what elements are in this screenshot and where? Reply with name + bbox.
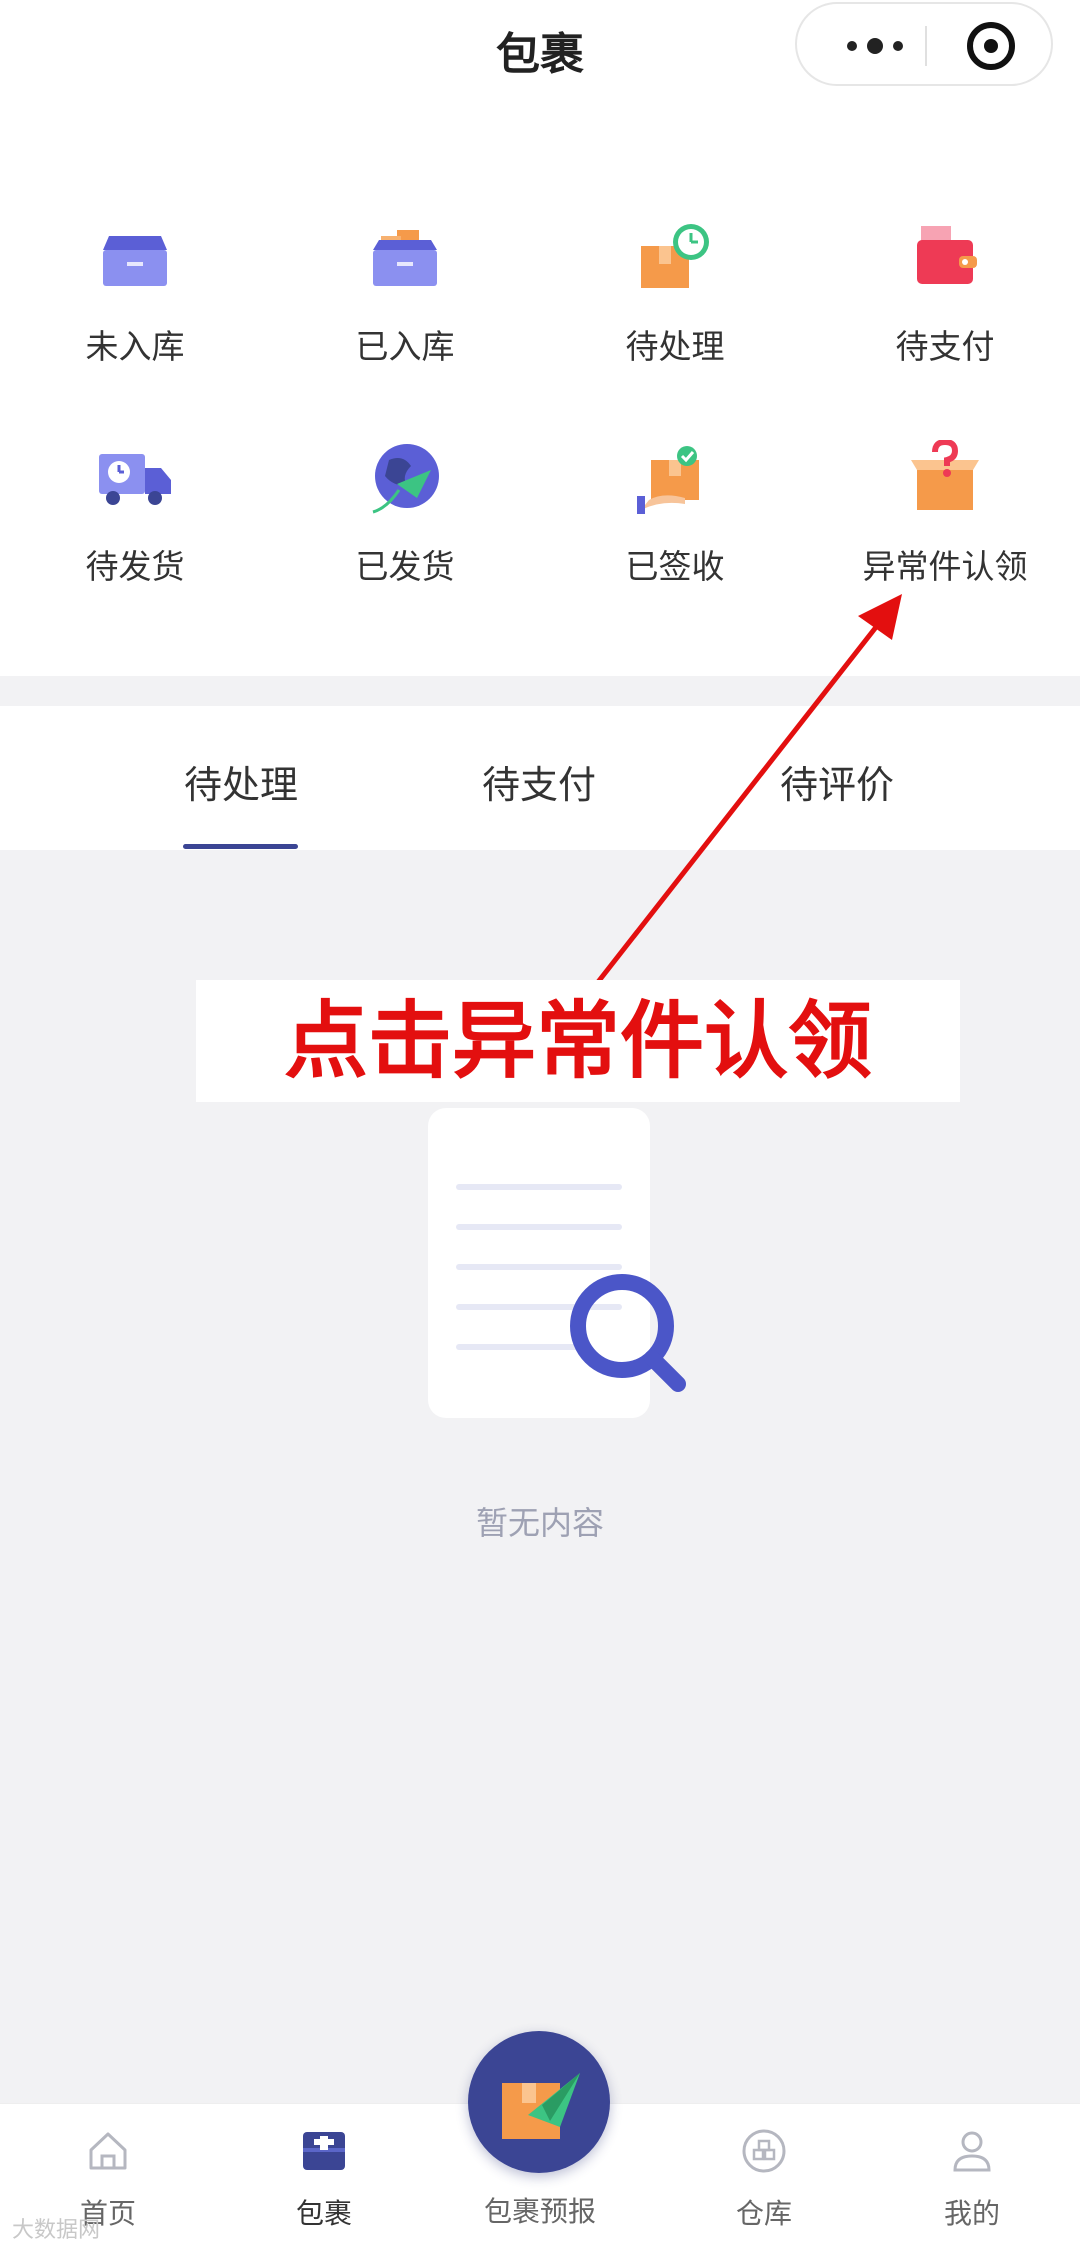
status-label: 待支付 xyxy=(895,327,995,366)
tabbar-label: 我的 xyxy=(943,2197,1000,2230)
box-check-icon xyxy=(637,446,699,514)
active-tab-indicator xyxy=(183,844,298,849)
status-item-pending[interactable]: 待处理 xyxy=(540,220,810,420)
tab-to-pay[interactable]: 待支付 xyxy=(439,754,639,809)
more-icon[interactable] xyxy=(825,26,925,66)
tab-pending[interactable]: 待处理 xyxy=(141,754,341,809)
status-label: 未入库 xyxy=(85,327,185,366)
box-question-icon xyxy=(911,440,979,510)
box-clock-icon xyxy=(641,224,709,288)
tabbar-item-mine[interactable]: 我的 xyxy=(872,2128,1072,2232)
tabbar-label: 仓库 xyxy=(735,2197,792,2230)
status-label: 异常件认领 xyxy=(862,547,1028,586)
user-icon xyxy=(953,2131,991,2172)
annotation-text: 点击异常件认领 xyxy=(283,992,872,1090)
globe-plane-icon xyxy=(372,444,439,514)
tabbar-label: 包裹 xyxy=(295,2197,352,2230)
document-search-icon xyxy=(428,1108,686,1418)
tabbar-item-warehouse[interactable]: 仓库 xyxy=(664,2128,864,2232)
mini-program-capsule xyxy=(795,2,1053,86)
status-item-signed[interactable]: 已签收 xyxy=(540,440,810,640)
status-label: 待发货 xyxy=(85,547,185,586)
tabbar-item-package[interactable]: 包裹 xyxy=(224,2128,424,2232)
empty-state-text: 暂无内容 xyxy=(475,1504,604,1542)
close-target-icon[interactable] xyxy=(967,22,1015,70)
send-package-icon xyxy=(502,2073,580,2139)
wallet-icon xyxy=(917,226,977,284)
empty-box-icon xyxy=(103,236,167,286)
annotation-callout: 点击异常件认领 xyxy=(196,980,960,1102)
status-item-not-stored[interactable]: 未入库 xyxy=(0,220,270,420)
tab-to-review[interactable]: 待评价 xyxy=(737,754,937,809)
watermark: 大数据网 xyxy=(12,2218,101,2243)
status-label: 待处理 xyxy=(625,327,725,366)
top-bar: 包裹 xyxy=(0,0,1080,110)
home-icon xyxy=(89,2132,127,2170)
stored-box-icon xyxy=(373,230,437,286)
warehouse-icon xyxy=(742,2129,786,2173)
capsule-divider xyxy=(925,26,927,66)
status-label: 已发货 xyxy=(355,547,455,586)
status-item-stored[interactable]: 已入库 xyxy=(270,220,540,420)
status-item-exception-claim[interactable]: 异常件认领 xyxy=(810,440,1080,640)
status-item-shipped[interactable]: 已发货 xyxy=(270,440,540,640)
tabbar-label-forecast: 包裹预报 xyxy=(483,2195,596,2228)
truck-clock-icon xyxy=(99,454,171,505)
package-icon xyxy=(303,2132,345,2170)
status-label: 已入库 xyxy=(355,327,455,366)
package-status-grid: 未入库 已入库 待处理 待支付 待发货 已发货 已签收 异常件认领 xyxy=(0,110,1080,676)
status-label: 已签收 xyxy=(625,547,725,586)
status-item-to-pay[interactable]: 待支付 xyxy=(810,220,1080,420)
package-forecast-button[interactable] xyxy=(468,2031,610,2173)
order-tabs: 待处理 待支付 待评价 xyxy=(0,706,1080,850)
status-item-to-ship[interactable]: 待发货 xyxy=(0,440,270,640)
